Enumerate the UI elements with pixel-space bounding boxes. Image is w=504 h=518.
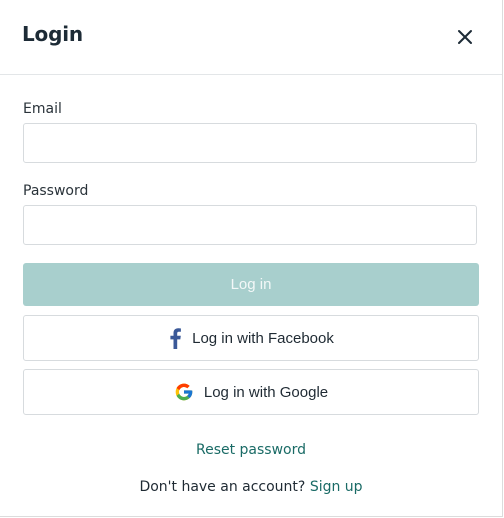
password-field[interactable]	[23, 205, 477, 245]
email-label: Email	[23, 101, 62, 117]
google-login-button[interactable]: Log in with Google	[23, 369, 479, 415]
email-field[interactable]	[23, 123, 477, 163]
login-dialog: Login Email Password Log in Log in with …	[0, 0, 503, 517]
reset-password-row: Reset password	[0, 441, 502, 458]
google-icon	[174, 382, 194, 402]
dialog-title: Login	[22, 22, 83, 46]
dialog-header: Login	[0, 0, 502, 75]
signup-row: Don't have an account? Sign up	[0, 479, 502, 495]
facebook-login-label: Log in with Facebook	[192, 329, 334, 347]
reset-password-link[interactable]: Reset password	[196, 442, 306, 458]
facebook-login-button[interactable]: Log in with Facebook	[23, 315, 479, 361]
google-login-label: Log in with Google	[203, 383, 329, 401]
facebook-icon	[168, 327, 182, 349]
login-button[interactable]: Log in	[23, 263, 479, 306]
signup-prompt: Don't have an account?	[139, 479, 306, 495]
close-icon[interactable]	[452, 24, 478, 50]
password-label: Password	[23, 183, 89, 199]
signup-link[interactable]: Sign up	[310, 479, 363, 495]
